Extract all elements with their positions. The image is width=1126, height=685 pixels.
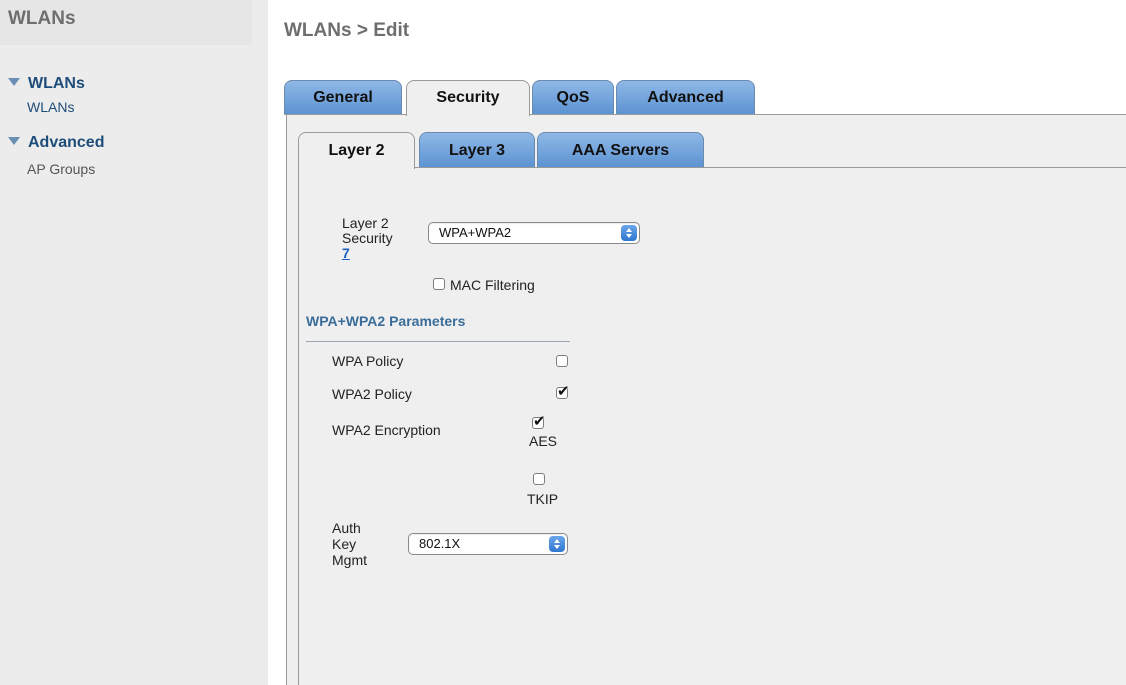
sidebar-title: WLANs (8, 8, 76, 29)
sidebar-section-advanced[interactable]: Advanced (8, 134, 104, 152)
tkip-label: TKIP (527, 491, 559, 507)
layer2-security-label-line1: Layer 2 (342, 215, 389, 231)
auth-key-mgmt-label-line3: Mgmt (332, 552, 367, 568)
sidebar-section-label: Advanced (28, 134, 105, 151)
tab-qos[interactable]: QoS (532, 80, 614, 114)
wpa-parameters-heading: WPA+WPA2 Parameters (306, 313, 466, 329)
select-arrows-icon (621, 225, 637, 241)
sidebar-section-label: WLANs (28, 75, 85, 92)
aes-label: AES (529, 433, 558, 449)
wpa2-policy-checkbox[interactable] (556, 382, 570, 400)
layer2-security-select[interactable]: WPA+WPA2 (428, 222, 640, 244)
tab-advanced[interactable]: Advanced (616, 80, 755, 114)
auth-key-mgmt-label-line2: Key (332, 536, 357, 552)
subtab-layer3[interactable]: Layer 3 (419, 132, 535, 167)
subtab-aaa-servers[interactable]: AAA Servers (537, 132, 704, 167)
layer2-security-value: WPA+WPA2 (439, 225, 512, 240)
wpa-policy-checkbox[interactable] (556, 355, 568, 367)
tab-general[interactable]: General (284, 80, 402, 114)
tab-security[interactable]: Security (406, 80, 530, 116)
expand-triangle-icon (8, 137, 20, 145)
tkip-checkbox[interactable] (533, 473, 545, 485)
mac-filtering-label: MAC Filtering (450, 277, 535, 293)
auth-key-mgmt-label-line1: Auth (332, 520, 361, 536)
select-arrows-icon (549, 536, 565, 552)
wpa2-encryption-label: WPA2 Encryption (332, 422, 441, 438)
aes-checkbox[interactable] (532, 412, 546, 430)
sidebar-item-ap-groups[interactable]: AP Groups (27, 161, 95, 177)
sidebar-section-wlans[interactable]: WLANs (8, 75, 85, 93)
wpa2-policy-label: WPA2 Policy (332, 386, 412, 402)
expand-triangle-icon (8, 78, 20, 86)
sidebar-item-wlans[interactable]: WLANs (27, 99, 74, 115)
sidebar: WLANs WLANs WLANs Advanced AP Groups (0, 0, 268, 685)
mac-filtering-checkbox[interactable] (433, 278, 445, 290)
section-divider (306, 341, 570, 342)
subtab-layer2[interactable]: Layer 2 (298, 132, 415, 169)
auth-key-mgmt-value: 802.1X (419, 536, 461, 551)
layer2-security-label-line2: Security (342, 230, 393, 246)
page-title: WLANs > Edit (284, 20, 410, 41)
auth-key-mgmt-select[interactable]: 802.1X (408, 533, 568, 555)
wpa-policy-label: WPA Policy (332, 353, 404, 369)
help-link[interactable]: 7 (342, 245, 350, 261)
